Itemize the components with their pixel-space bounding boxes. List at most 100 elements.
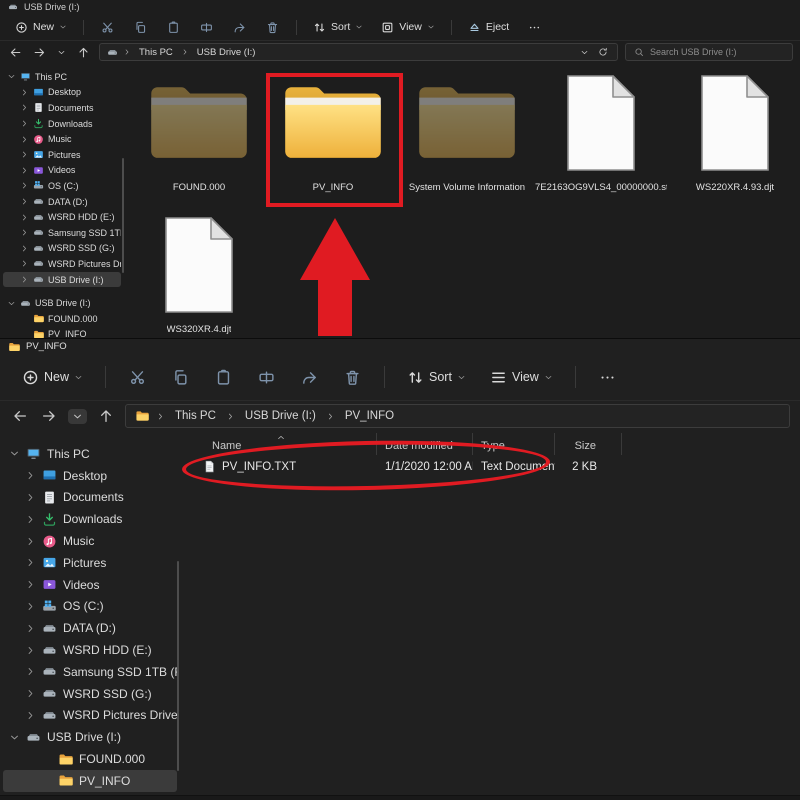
view-button[interactable]: View [374,18,442,37]
paste-button[interactable] [211,365,236,390]
column-header-type[interactable]: Type [473,433,555,455]
tree-item-videos[interactable]: Videos [3,574,177,596]
tree-item-wsrd-pictures-drive-h[interactable]: WSRD Pictures Drive (H:) [3,256,121,272]
breadcrumb-item-this-pc[interactable]: This PC [136,46,176,59]
rename-button[interactable] [254,365,279,390]
recent-locations-button[interactable] [68,409,87,424]
column-header-date-modified[interactable]: Date modified [377,433,473,455]
tree-item-found-000[interactable]: FOUND.000 [3,748,177,770]
tree-item-wsrd-ssd-g[interactable]: WSRD SSD (G:) [3,241,121,257]
eject-button[interactable]: Eject [461,18,516,37]
folder-item-pv-info[interactable]: PV_INFO [266,66,400,208]
column-header-size[interactable]: Size [555,433,622,455]
chevron-right-icon[interactable] [25,492,36,503]
address-dropdown-button[interactable] [578,46,591,59]
tree-item-usb-drive-i[interactable]: USB Drive (I:) [3,726,177,748]
chevron-right-icon[interactable] [25,623,36,634]
sort-button[interactable]: Sort [306,18,370,37]
file-item-ws320xr-4-djt[interactable]: WS320XR.4.djt [132,208,266,338]
chevron-right-icon[interactable] [20,275,29,284]
up-button[interactable] [75,44,92,61]
rename-button[interactable] [197,18,216,37]
tree-item-found-000[interactable]: FOUND.000 [3,311,121,327]
copy-button[interactable] [168,365,193,390]
back-button[interactable] [7,44,24,61]
scrollbar-thumb[interactable] [177,561,179,771]
cut-button[interactable] [125,365,150,390]
chevron-right-icon[interactable] [25,557,36,568]
more-options-button[interactable] [525,18,544,37]
tree-item-music[interactable]: Music [3,530,177,552]
chevron-right-icon[interactable] [25,536,36,547]
chevron-right-icon[interactable] [20,213,29,222]
tree-item-wsrd-pictures-drive-h[interactable]: WSRD Pictures Drive (H:) [3,705,177,727]
breadcrumb-item-this-pc[interactable]: This PC [172,409,219,423]
tree-item-desktop[interactable]: Desktop [3,85,121,101]
tree-item-videos[interactable]: Videos [3,163,121,179]
address-box[interactable]: This PCUSB Drive (I:) [99,43,618,61]
folder-item-system-volume-information[interactable]: System Volume Information [400,66,534,208]
cut-button[interactable] [98,18,117,37]
tree-item-pictures[interactable]: Pictures [3,552,177,574]
sort-button[interactable]: Sort [398,364,475,391]
chevron-right-icon[interactable] [25,710,36,721]
forward-button[interactable] [31,44,48,61]
tree-item-usb-drive-i[interactable]: USB Drive (I:) [3,272,121,288]
file-item-7e2163og9vls4-00000000-stk[interactable]: 7E2163OG9VLS4_00000000.stk [534,66,668,208]
chevron-right-icon[interactable] [20,197,29,206]
chevron-down-icon[interactable] [7,299,16,308]
chevron-right-icon[interactable] [25,601,36,612]
chevron-right-icon[interactable] [20,119,29,128]
tree-item-usb-drive-i[interactable]: USB Drive (I:) [3,295,121,311]
tree-item-os-c[interactable]: OS (C:) [3,596,177,618]
tree-item-samsung-ssd-1tb-f[interactable]: Samsung SSD 1TB (F:) [3,661,177,683]
tree-item-wsrd-hdd-e[interactable]: WSRD HDD (E:) [3,209,121,225]
chevron-right-icon[interactable] [20,244,29,253]
delete-button[interactable] [263,18,282,37]
tree-item-wsrd-hdd-e[interactable]: WSRD HDD (E:) [3,639,177,661]
new-button[interactable]: New [13,364,92,391]
chevron-right-icon[interactable] [20,135,29,144]
tree-item-os-c[interactable]: OS (C:) [3,178,121,194]
folder-item-found-000[interactable]: FOUND.000 [132,66,266,208]
recent-locations-button[interactable] [55,46,68,59]
back-button[interactable] [10,406,30,426]
chevron-right-icon[interactable] [20,259,29,268]
chevron-right-icon[interactable] [25,645,36,656]
chevron-right-icon[interactable] [20,166,29,175]
scrollbar-thumb[interactable] [122,158,124,273]
tree-item-this-pc[interactable]: This PC [3,69,121,85]
chevron-right-icon[interactable] [25,514,36,525]
breadcrumb-item-usb-drive-i[interactable]: USB Drive (I:) [242,409,319,423]
up-button[interactable] [96,406,116,426]
tree-item-pv-info[interactable]: PV_INFO [3,770,177,792]
tree-item-data-d[interactable]: DATA (D:) [3,617,177,639]
tree-item-documents[interactable]: Documents [3,487,177,509]
tree-item-pictures[interactable]: Pictures [3,147,121,163]
tree-item-downloads[interactable]: Downloads [3,508,177,530]
tree-item-downloads[interactable]: Downloads [3,116,121,132]
tree-item-pv-info[interactable]: PV_INFO [3,327,121,339]
chevron-right-icon[interactable] [25,666,36,677]
tree-item-music[interactable]: Music [3,131,121,147]
tree-item-desktop[interactable]: Desktop [3,465,177,487]
forward-button[interactable] [39,406,59,426]
tree-item-this-pc[interactable]: This PC [3,443,177,465]
tree-item-samsung-ssd-1tb-f[interactable]: Samsung SSD 1TB (F:) [3,225,121,241]
chevron-right-icon[interactable] [25,470,36,481]
file-item-ws220xr-4-93-djt[interactable]: WS220XR.4.93.djt [668,66,800,208]
tree-item-wsrd-ssd-g[interactable]: WSRD SSD (G:) [3,683,177,705]
chevron-right-icon[interactable] [20,88,29,97]
search-box[interactable]: Search USB Drive (I:) [625,43,793,61]
breadcrumb-item-pv-info[interactable]: PV_INFO [342,409,397,423]
file-row-pv-info-txt[interactable]: PV_INFO.TXT1/1/2020 12:00 AMText Documen… [186,455,800,478]
share-button[interactable] [297,365,322,390]
copy-button[interactable] [131,18,150,37]
chevron-right-icon[interactable] [20,103,29,112]
tree-item-documents[interactable]: Documents [3,100,121,116]
chevron-right-icon[interactable] [25,688,36,699]
chevron-down-icon[interactable] [9,732,20,743]
chevron-down-icon[interactable] [7,72,16,81]
column-header-name[interactable]: Name [186,433,377,455]
chevron-right-icon[interactable] [20,181,29,190]
